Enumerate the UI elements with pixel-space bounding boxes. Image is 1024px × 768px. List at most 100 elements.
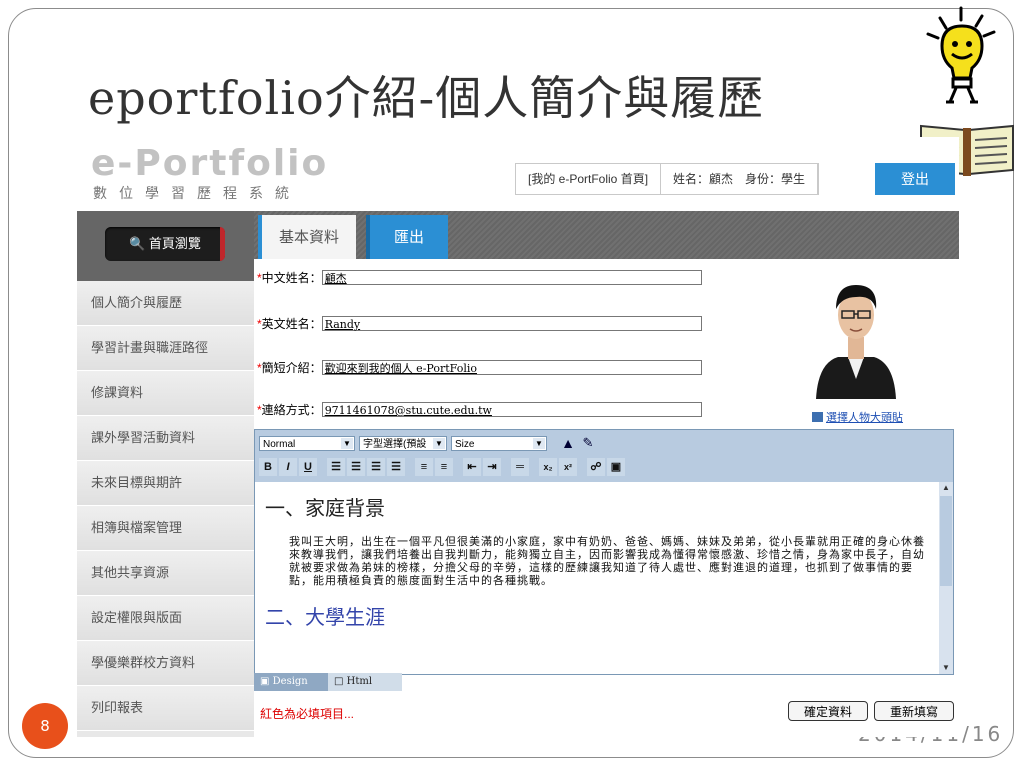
insert-image-icon[interactable]: ▣ <box>607 458 625 476</box>
format-select-value: Normal <box>263 439 296 450</box>
slide-title: eportfolio介紹-個人簡介與履歷 <box>88 71 765 125</box>
intro-label: 簡短介紹： <box>261 361 322 375</box>
unordered-list-icon[interactable]: ≡ <box>435 458 453 476</box>
sidebar-item-study-plan[interactable]: 學習計畫與職涯路徑 <box>77 326 254 371</box>
content-heading-university: 二、大學生涯 <box>265 605 385 629</box>
horizontal-rule-icon[interactable]: ═ <box>511 458 529 476</box>
form-row-chinese-name: * 中文姓名： 顧杰 <box>257 269 702 286</box>
home-browse-label: 首頁瀏覽 <box>148 236 201 251</box>
contact-input[interactable]: 9711461078@stu.cute.edu.tw <box>321 402 702 417</box>
choose-photo-link[interactable]: 選擇人物大頭貼 <box>812 409 903 425</box>
html-mode-label: Html <box>346 676 373 687</box>
toolbar-separator <box>579 458 585 478</box>
profile-photo <box>808 267 904 399</box>
editor-content[interactable]: 一、家庭背景 我叫王大明，出生在一個平凡但很美滿的小家庭，家中有奶奶、爸爸、媽媽… <box>255 482 939 674</box>
sidebar-item-permissions[interactable]: 設定權限與版面 <box>77 596 254 641</box>
eportfolio-screenshot: e-Portfolio 數位學習歷程系統 [我的 e-PortFolio 首頁]… <box>77 137 959 737</box>
red-edge-accent <box>220 227 225 261</box>
main-panel: 基本資料 匯出 * 中文姓名： 顧杰 * 英文姓名： Randy * 簡短介紹：… <box>254 211 959 737</box>
chevron-down-icon: ▼ <box>341 438 353 449</box>
image-icon <box>812 412 823 422</box>
magnifier-icon: 🔍 <box>129 236 146 251</box>
tab-bar: 基本資料 匯出 <box>254 211 959 259</box>
user-info: 姓名：顧杰 身份：學生 <box>661 164 819 194</box>
editor-toolbar: Normal ▼ 字型選擇(預設 ▼ Size ▼ ▲ ✎ B I U ☰ ☰ ☰ ☰… <box>255 430 953 482</box>
design-mode-tab[interactable]: ▣ Design <box>254 673 328 691</box>
size-select[interactable]: Size ▼ <box>451 436 547 451</box>
sidebar-item-courses[interactable]: 修課資料 <box>77 371 254 416</box>
toolbar-separator <box>407 458 413 478</box>
superscript-icon[interactable]: x² <box>559 458 577 476</box>
link-icon[interactable]: ☍ <box>587 458 605 476</box>
toolbar-separator <box>531 458 537 478</box>
sidebar-menu: 個人簡介與履歷 學習計畫與職涯路徑 修課資料 課外學習活動資料 未來目標與期許 … <box>77 281 254 731</box>
sidebar-item-school-data[interactable]: 學優樂群校方資料 <box>77 641 254 686</box>
italic-icon[interactable]: I <box>279 458 297 476</box>
chevron-down-icon: ▼ <box>433 438 445 449</box>
top-nav: [我的 e-PortFolio 首頁] 姓名：顧杰 身份：學生 <box>515 163 820 195</box>
form-row-english-name: * 英文姓名： Randy <box>257 315 702 332</box>
align-right-icon[interactable]: ☰ <box>367 458 385 476</box>
reset-button[interactable]: 重新填寫 <box>874 701 954 721</box>
sidebar-item-print[interactable]: 列印報表 <box>77 686 254 731</box>
english-name-input[interactable]: Randy <box>321 316 702 331</box>
subscript-icon[interactable]: x₂ <box>539 458 557 476</box>
choose-photo-label: 選擇人物大頭貼 <box>826 412 903 424</box>
content-heading-family: 一、家庭背景 <box>265 496 385 520</box>
required-note: 紅色為必填項目... <box>260 707 355 721</box>
chinese-name-label: 中文姓名： <box>261 271 322 285</box>
font-select[interactable]: 字型選擇(預設 ▼ <box>359 436 447 451</box>
english-name-label: 英文姓名： <box>261 317 322 331</box>
sidebar-item-profile-resume[interactable]: 個人簡介與履歷 <box>77 281 254 326</box>
toolbar-separator <box>503 458 509 478</box>
editor-mode-bar: ▣ Design □ Html <box>254 673 414 691</box>
underline-icon[interactable]: U <box>299 458 317 476</box>
logo-subtitle: 數位學習歷程系統 <box>93 185 301 201</box>
chinese-name-input[interactable]: 顧杰 <box>321 270 702 285</box>
size-select-value: Size <box>455 439 475 450</box>
format-select[interactable]: Normal ▼ <box>259 436 355 451</box>
confirm-button[interactable]: 確定資料 <box>788 701 868 721</box>
html-mode-tab[interactable]: □ Html <box>328 673 402 691</box>
tab-basic-info[interactable]: 基本資料 <box>258 215 356 259</box>
sidebar-item-shared[interactable]: 其他共享資源 <box>77 551 254 596</box>
align-center-icon[interactable]: ☰ <box>347 458 365 476</box>
content-paragraph: 我叫王大明，出生在一個平凡但很美滿的小家庭，家中有奶奶、爸爸、媽媽、妹妹及弟弟，… <box>289 535 925 587</box>
ordered-list-icon[interactable]: ≡ <box>415 458 433 476</box>
font-select-value: 字型選擇(預設 <box>363 439 427 450</box>
form-row-intro: * 簡短介紹： 歡迎來到我的個人 e-PortFolio <box>257 359 702 376</box>
toolbar-separator <box>455 458 461 478</box>
design-mode-label: Design <box>272 676 308 687</box>
sidebar-item-albums[interactable]: 相簿與檔案管理 <box>77 506 254 551</box>
tab-export[interactable]: 匯出 <box>366 215 448 259</box>
toolbar-row-formatting: B I U ☰ ☰ ☰ ☰ ≡ ≡ ⇤ ⇥ ═ x₂ x² ☍ ▣ <box>259 458 625 478</box>
lightbulb-icon <box>926 6 996 104</box>
toolbar-separator <box>319 458 325 478</box>
rich-text-editor: Normal ▼ 字型選擇(預設 ▼ Size ▼ ▲ ✎ B I U ☰ ☰ ☰ ☰… <box>254 429 954 675</box>
scroll-down-icon[interactable]: ▼ <box>939 662 953 674</box>
top-bar: e-Portfolio 數位學習歷程系統 [我的 e-PortFolio 首頁]… <box>77 137 959 211</box>
home-bar: 🔍 首頁瀏覽 <box>77 211 254 281</box>
justify-icon[interactable]: ☰ <box>387 458 405 476</box>
sidebar-item-goals[interactable]: 未來目標與期許 <box>77 461 254 506</box>
text-color-icon[interactable]: ▲ <box>559 434 577 452</box>
sidebar: 🔍 首頁瀏覽 個人簡介與履歷 學習計畫與職涯路徑 修課資料 課外學習活動資料 未… <box>77 211 254 737</box>
scroll-thumb[interactable] <box>940 496 952 586</box>
intro-input[interactable]: 歡迎來到我的個人 e-PortFolio <box>321 360 702 375</box>
slide-number-badge: 8 <box>22 703 68 749</box>
logout-button[interactable]: 登出 <box>875 163 955 195</box>
bold-icon[interactable]: B <box>259 458 277 476</box>
eportfolio-logo: e-Portfolio <box>91 143 329 184</box>
highlight-icon[interactable]: ✎ <box>579 434 597 452</box>
outdent-icon[interactable]: ⇤ <box>463 458 481 476</box>
home-page-link[interactable]: [我的 e-PortFolio 首頁] <box>516 164 662 194</box>
align-left-icon[interactable]: ☰ <box>327 458 345 476</box>
chevron-down-icon: ▼ <box>533 438 545 449</box>
editor-scrollbar[interactable]: ▲ ▼ <box>939 482 953 674</box>
form-row-contact: * 連絡方式： 9711461078@stu.cute.edu.tw <box>257 401 702 418</box>
scroll-up-icon[interactable]: ▲ <box>939 482 953 494</box>
sidebar-item-activities[interactable]: 課外學習活動資料 <box>77 416 254 461</box>
contact-label: 連絡方式： <box>261 403 322 417</box>
home-browse-button[interactable]: 🔍 首頁瀏覽 <box>105 227 225 261</box>
indent-icon[interactable]: ⇥ <box>483 458 501 476</box>
